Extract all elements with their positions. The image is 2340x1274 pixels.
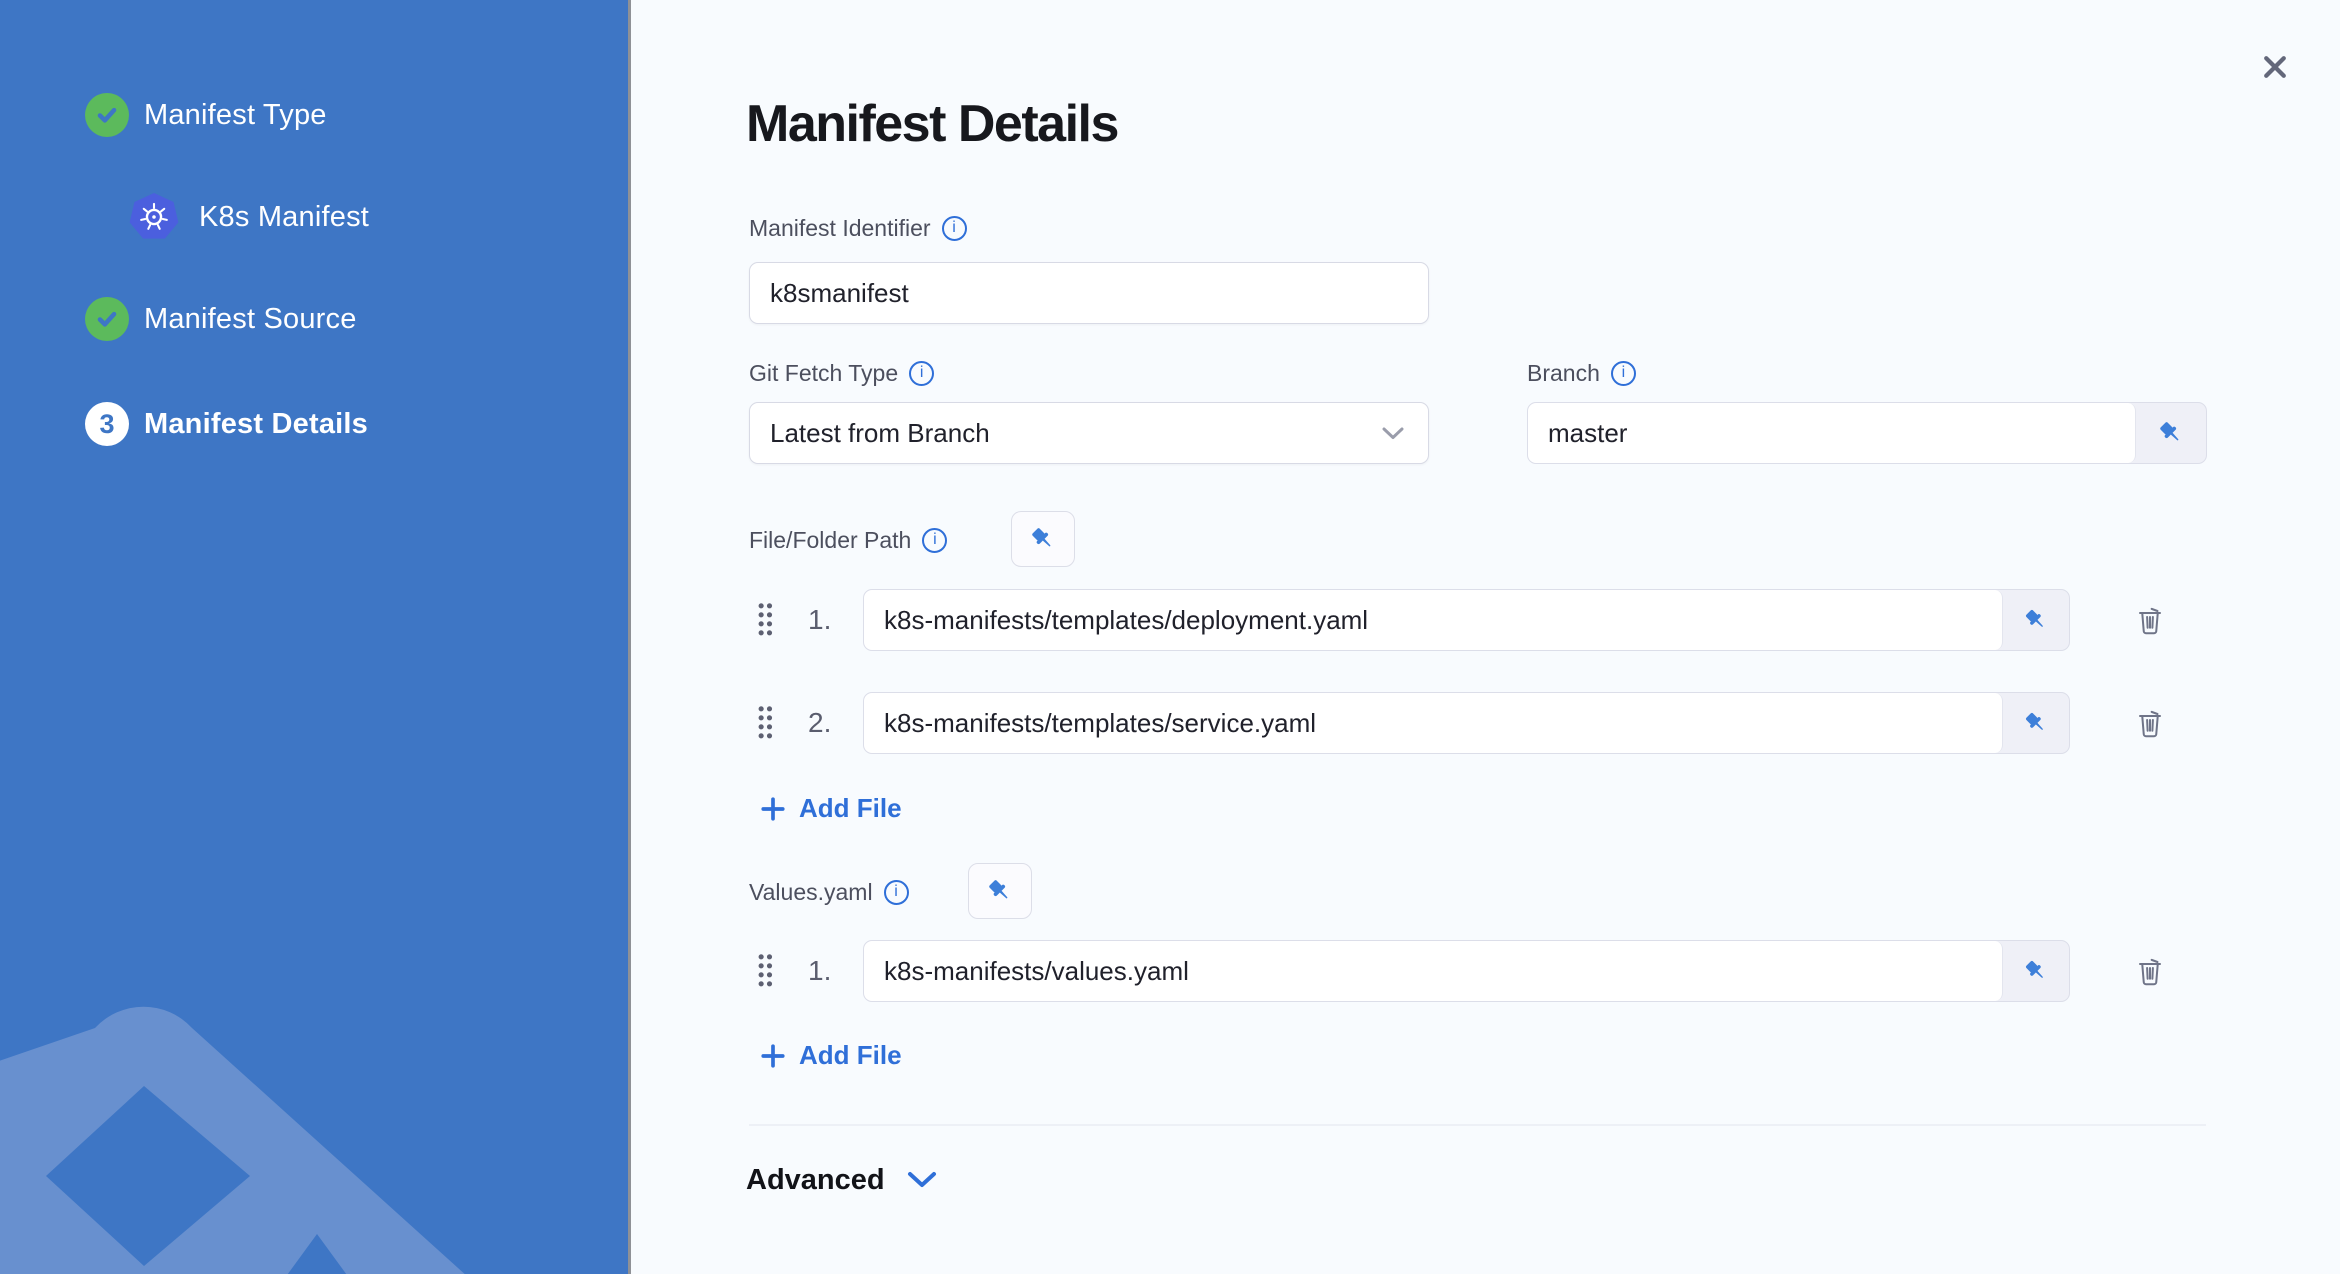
step-label: Manifest Type xyxy=(144,98,327,131)
wizard-sidebar: Manifest Type K8s Manifest Manifest Sour… xyxy=(0,0,628,1274)
step-label: Manifest Details xyxy=(144,407,368,440)
pin-all-paths-button[interactable] xyxy=(1011,511,1075,567)
pin-icon xyxy=(1032,528,1051,547)
sidebar-step-manifest-type[interactable]: Manifest Type xyxy=(85,93,327,137)
identifier-label: Manifest Identifier i xyxy=(749,212,967,244)
info-icon[interactable]: i xyxy=(922,527,948,553)
plus-icon xyxy=(761,796,785,821)
drag-handle-icon[interactable] xyxy=(756,703,776,743)
info-icon[interactable]: i xyxy=(1610,360,1636,386)
path-input-2[interactable] xyxy=(864,693,2003,753)
panel-divider xyxy=(628,0,631,1274)
advanced-label: Advanced xyxy=(746,1163,885,1196)
info-icon[interactable]: i xyxy=(883,879,909,905)
values-yaml-label: Values.yaml i xyxy=(749,876,909,908)
advanced-toggle[interactable]: Advanced xyxy=(746,1158,937,1202)
row-index: 2. xyxy=(808,707,832,738)
values-field xyxy=(863,940,2070,1002)
close-icon xyxy=(2264,56,2286,78)
path-field xyxy=(863,692,2070,754)
values-input-1[interactable] xyxy=(864,941,2003,1001)
delete-row-button[interactable] xyxy=(2122,695,2178,751)
select-value: Latest from Branch xyxy=(770,417,990,448)
path-field xyxy=(863,589,2070,651)
section-divider xyxy=(749,1124,2206,1126)
pin-all-values-button[interactable] xyxy=(968,863,1032,919)
row-index: 1. xyxy=(808,955,832,986)
sidebar-step-manifest-source[interactable]: Manifest Source xyxy=(85,297,357,341)
git-fetch-type-label: Git Fetch Type i xyxy=(749,357,935,389)
info-icon[interactable]: i xyxy=(941,215,967,241)
manifest-identifier-input[interactable] xyxy=(749,262,1429,324)
file-folder-path-label: File/Folder Path i xyxy=(749,524,948,556)
step-complete-icon xyxy=(85,297,129,341)
branch-input[interactable] xyxy=(1528,403,2136,463)
path-row-1: 1. xyxy=(742,589,2192,651)
path-row-2: 2. xyxy=(742,692,2192,754)
manifest-details-dialog: Manifest Type K8s Manifest Manifest Sour… xyxy=(0,0,2340,1274)
pin-icon xyxy=(2026,610,2043,627)
step-label: Manifest Source xyxy=(144,302,357,335)
pin-toggle[interactable] xyxy=(2136,403,2206,463)
branch-field xyxy=(1527,402,2207,464)
delete-row-button[interactable] xyxy=(2122,943,2178,999)
add-file-button-paths[interactable]: Add File xyxy=(760,793,902,824)
trash-icon xyxy=(2139,710,2161,738)
close-button[interactable] xyxy=(2246,38,2304,96)
pin-toggle[interactable] xyxy=(2003,693,2069,753)
step-complete-icon xyxy=(85,93,129,137)
pin-icon xyxy=(2026,961,2043,978)
pin-toggle[interactable] xyxy=(2003,590,2069,650)
step-number-badge: 3 xyxy=(85,402,129,446)
sidebar-step-manifest-details[interactable]: 3 Manifest Details xyxy=(85,402,368,446)
pin-icon xyxy=(2026,713,2043,730)
git-fetch-type-select[interactable]: Latest from Branch xyxy=(749,402,1429,464)
row-index: 1. xyxy=(808,604,832,635)
info-icon[interactable]: i xyxy=(909,360,935,386)
chevron-down-icon xyxy=(907,1172,936,1187)
drag-handle-icon[interactable] xyxy=(756,600,776,640)
trash-icon xyxy=(2139,958,2161,986)
path-input-1[interactable] xyxy=(864,590,2003,650)
page-title: Manifest Details xyxy=(746,95,1119,153)
pin-toggle[interactable] xyxy=(2003,941,2069,1001)
plus-icon xyxy=(761,1043,785,1068)
kubernetes-icon xyxy=(129,193,179,239)
branch-label: Branch i xyxy=(1527,357,1636,389)
pin-icon xyxy=(2160,422,2179,441)
drag-handle-icon[interactable] xyxy=(756,951,776,991)
trash-icon xyxy=(2139,607,2161,635)
delete-row-button[interactable] xyxy=(2122,592,2178,648)
values-row-1: 1. xyxy=(742,940,2192,1002)
sidebar-substep-k8s-manifest[interactable]: K8s Manifest xyxy=(129,193,369,241)
chevron-down-icon xyxy=(1382,427,1404,439)
harness-logo-watermark xyxy=(0,1006,465,1274)
pin-icon xyxy=(989,880,1008,899)
add-file-button-values[interactable]: Add File xyxy=(760,1040,902,1071)
substep-label: K8s Manifest xyxy=(199,200,370,233)
